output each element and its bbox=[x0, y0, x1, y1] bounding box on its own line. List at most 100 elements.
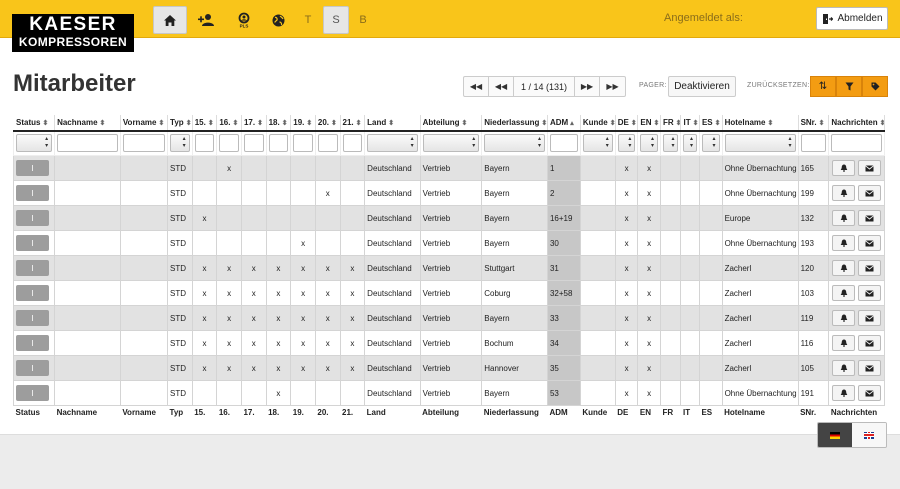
email-button[interactable] bbox=[858, 185, 882, 201]
column-header-en[interactable]: EN ⬍ bbox=[637, 115, 661, 132]
table-row[interactable]: I STD x x x x x x x Deutschland Vertrieb Bochum 34 x x… bbox=[12, 330, 885, 356]
filter-input-nachname[interactable] bbox=[57, 134, 118, 153]
status-button[interactable]: I bbox=[16, 160, 49, 176]
email-button[interactable] bbox=[858, 335, 882, 351]
email-button[interactable] bbox=[858, 160, 882, 176]
column-header-snr[interactable]: SNr. ⬍ bbox=[797, 115, 830, 132]
email-button[interactable] bbox=[858, 285, 882, 301]
filter-input-vorname[interactable] bbox=[122, 134, 166, 153]
status-button[interactable]: I bbox=[16, 210, 49, 226]
status-button[interactable]: I bbox=[16, 285, 49, 301]
column-header-hotelname[interactable]: Hotelname ⬍ bbox=[721, 115, 799, 132]
status-button[interactable]: I bbox=[16, 185, 49, 201]
filter-select-de[interactable] bbox=[617, 134, 636, 153]
deactivate-pager-button[interactable]: Deaktivieren bbox=[668, 76, 736, 97]
filter-select-land[interactable] bbox=[367, 134, 418, 153]
filter-input-18[interactable] bbox=[268, 134, 289, 153]
filter-select-kunde[interactable] bbox=[582, 134, 613, 153]
notify-button[interactable] bbox=[832, 235, 856, 251]
filter-select-fr[interactable] bbox=[662, 134, 679, 153]
filter-input-snr[interactable] bbox=[800, 134, 827, 153]
column-header-18[interactable]: 18. ⬍ bbox=[265, 115, 292, 132]
email-button[interactable] bbox=[858, 310, 882, 326]
column-header-adm[interactable]: ADM ▴ bbox=[546, 115, 581, 132]
table-row[interactable]: I STD x x x x x x x Deutschland Vertrieb Bayern 33 x x… bbox=[12, 305, 885, 331]
filter-input-21[interactable] bbox=[342, 134, 363, 153]
column-header-niederlassung[interactable]: Niederlassung ⬍ bbox=[481, 115, 548, 132]
filter-input-adm[interactable] bbox=[549, 134, 578, 153]
email-button[interactable] bbox=[858, 260, 882, 276]
column-header-nachname[interactable]: Nachname ⬍ bbox=[54, 115, 121, 132]
filter-select-hotelname[interactable] bbox=[724, 134, 796, 153]
table-row[interactable]: I STD x x x x x x x Deutschland Vertrieb Stuttgart 3… bbox=[12, 255, 885, 281]
column-header-19[interactable]: 19. ⬍ bbox=[290, 115, 316, 132]
nav-s-button[interactable]: S bbox=[323, 6, 349, 34]
filter-input-15[interactable] bbox=[194, 134, 215, 153]
column-header-typ[interactable]: Typ ⬍ bbox=[167, 115, 193, 132]
filter-input-17[interactable] bbox=[243, 134, 264, 153]
language-english-button[interactable] bbox=[852, 423, 886, 447]
email-button[interactable] bbox=[858, 210, 882, 226]
home-button[interactable] bbox=[153, 6, 187, 34]
reset-sort-button[interactable]: ⇅ bbox=[810, 76, 836, 97]
notify-button[interactable] bbox=[832, 160, 856, 176]
column-header-land[interactable]: Land ⬍ bbox=[364, 115, 421, 132]
search-person-button[interactable]: PLS bbox=[230, 6, 258, 34]
notify-button[interactable] bbox=[832, 385, 856, 401]
add-user-button[interactable] bbox=[192, 6, 220, 34]
column-header-17[interactable]: 17. ⬍ bbox=[240, 115, 267, 132]
table-row[interactable]: I STD x Deutschland Vertrieb Bayern 2 x x Ohne Üb… bbox=[12, 180, 885, 206]
column-header-de[interactable]: DE ⬍ bbox=[614, 115, 639, 132]
notify-button[interactable] bbox=[832, 285, 856, 301]
filter-input-20[interactable] bbox=[317, 134, 338, 153]
column-header-nachrichten[interactable]: Nachrichten⬍ bbox=[828, 115, 885, 132]
filter-select-es[interactable] bbox=[701, 134, 720, 153]
filter-input-16[interactable] bbox=[219, 134, 239, 153]
filter-input-19[interactable] bbox=[293, 134, 313, 153]
column-header-20[interactable]: 20. ⬍ bbox=[314, 115, 341, 132]
email-button[interactable] bbox=[858, 235, 882, 251]
status-button[interactable]: I bbox=[16, 310, 49, 326]
language-german-button[interactable] bbox=[818, 423, 852, 447]
filter-select-typ[interactable] bbox=[170, 134, 190, 153]
column-header-abteilung[interactable]: Abteilung ⬍ bbox=[419, 115, 483, 132]
globe-button[interactable] bbox=[266, 6, 290, 34]
table-row[interactable]: I STD x Deutschland Vertrieb Bayern 1 x x Ohne Üb… bbox=[12, 155, 885, 181]
first-page-button[interactable]: ◀◀ bbox=[464, 77, 489, 96]
column-header-it[interactable]: IT ⬍ bbox=[680, 115, 700, 132]
email-button[interactable] bbox=[858, 385, 882, 401]
next-page-button[interactable]: ▶▶ bbox=[575, 77, 600, 96]
column-header-vorname[interactable]: Vorname ⬍ bbox=[119, 115, 169, 132]
notify-button[interactable] bbox=[832, 210, 856, 226]
filter-select-abteilung[interactable] bbox=[422, 134, 480, 153]
column-header-15[interactable]: 15. ⬍ bbox=[191, 115, 218, 132]
reset-tag-button[interactable] bbox=[862, 76, 888, 97]
kaeser-logo[interactable]: KAESER KOMPRESSOREN bbox=[12, 14, 134, 52]
table-row[interactable]: I STD x x x x x x x Deutschland Vertrieb Coburg 32+5… bbox=[12, 280, 885, 306]
status-button[interactable]: I bbox=[16, 260, 49, 276]
column-header-es[interactable]: ES ⬍ bbox=[698, 115, 723, 132]
status-button[interactable]: I bbox=[16, 385, 49, 401]
filter-select-status[interactable] bbox=[16, 134, 53, 153]
previous-page-button[interactable]: ◀◀ bbox=[489, 77, 514, 96]
notify-button[interactable] bbox=[832, 185, 856, 201]
reset-filter-button[interactable] bbox=[836, 76, 862, 97]
nav-b-button[interactable]: B bbox=[353, 6, 373, 34]
filter-select-niederlassung[interactable] bbox=[484, 134, 545, 153]
notify-button[interactable] bbox=[832, 260, 856, 276]
column-header-21[interactable]: 21. ⬍ bbox=[339, 115, 366, 132]
column-header-16[interactable]: 16. ⬍ bbox=[216, 115, 242, 132]
nav-t-button[interactable]: T bbox=[298, 6, 318, 34]
notify-button[interactable] bbox=[832, 335, 856, 351]
filter-input-nachrichten[interactable] bbox=[831, 134, 882, 153]
table-row[interactable]: I STD x Deutschland Vertrieb Bayern 16+19 x x Eur… bbox=[12, 205, 885, 231]
notify-button[interactable] bbox=[832, 310, 856, 326]
column-header-status[interactable]: Status ⬍ bbox=[12, 115, 56, 132]
column-header-kunde[interactable]: Kunde ⬍ bbox=[579, 115, 616, 132]
filter-select-en[interactable] bbox=[640, 134, 658, 153]
table-row[interactable]: I STD x Deutschland Vertrieb Bayern 53 x x Ohne Ü… bbox=[12, 380, 885, 406]
logout-button[interactable]: Abmelden bbox=[816, 7, 888, 30]
column-header-fr[interactable]: FR ⬍ bbox=[659, 115, 682, 132]
notify-button[interactable] bbox=[832, 360, 856, 376]
last-page-button[interactable]: ▶▶ bbox=[600, 77, 625, 96]
